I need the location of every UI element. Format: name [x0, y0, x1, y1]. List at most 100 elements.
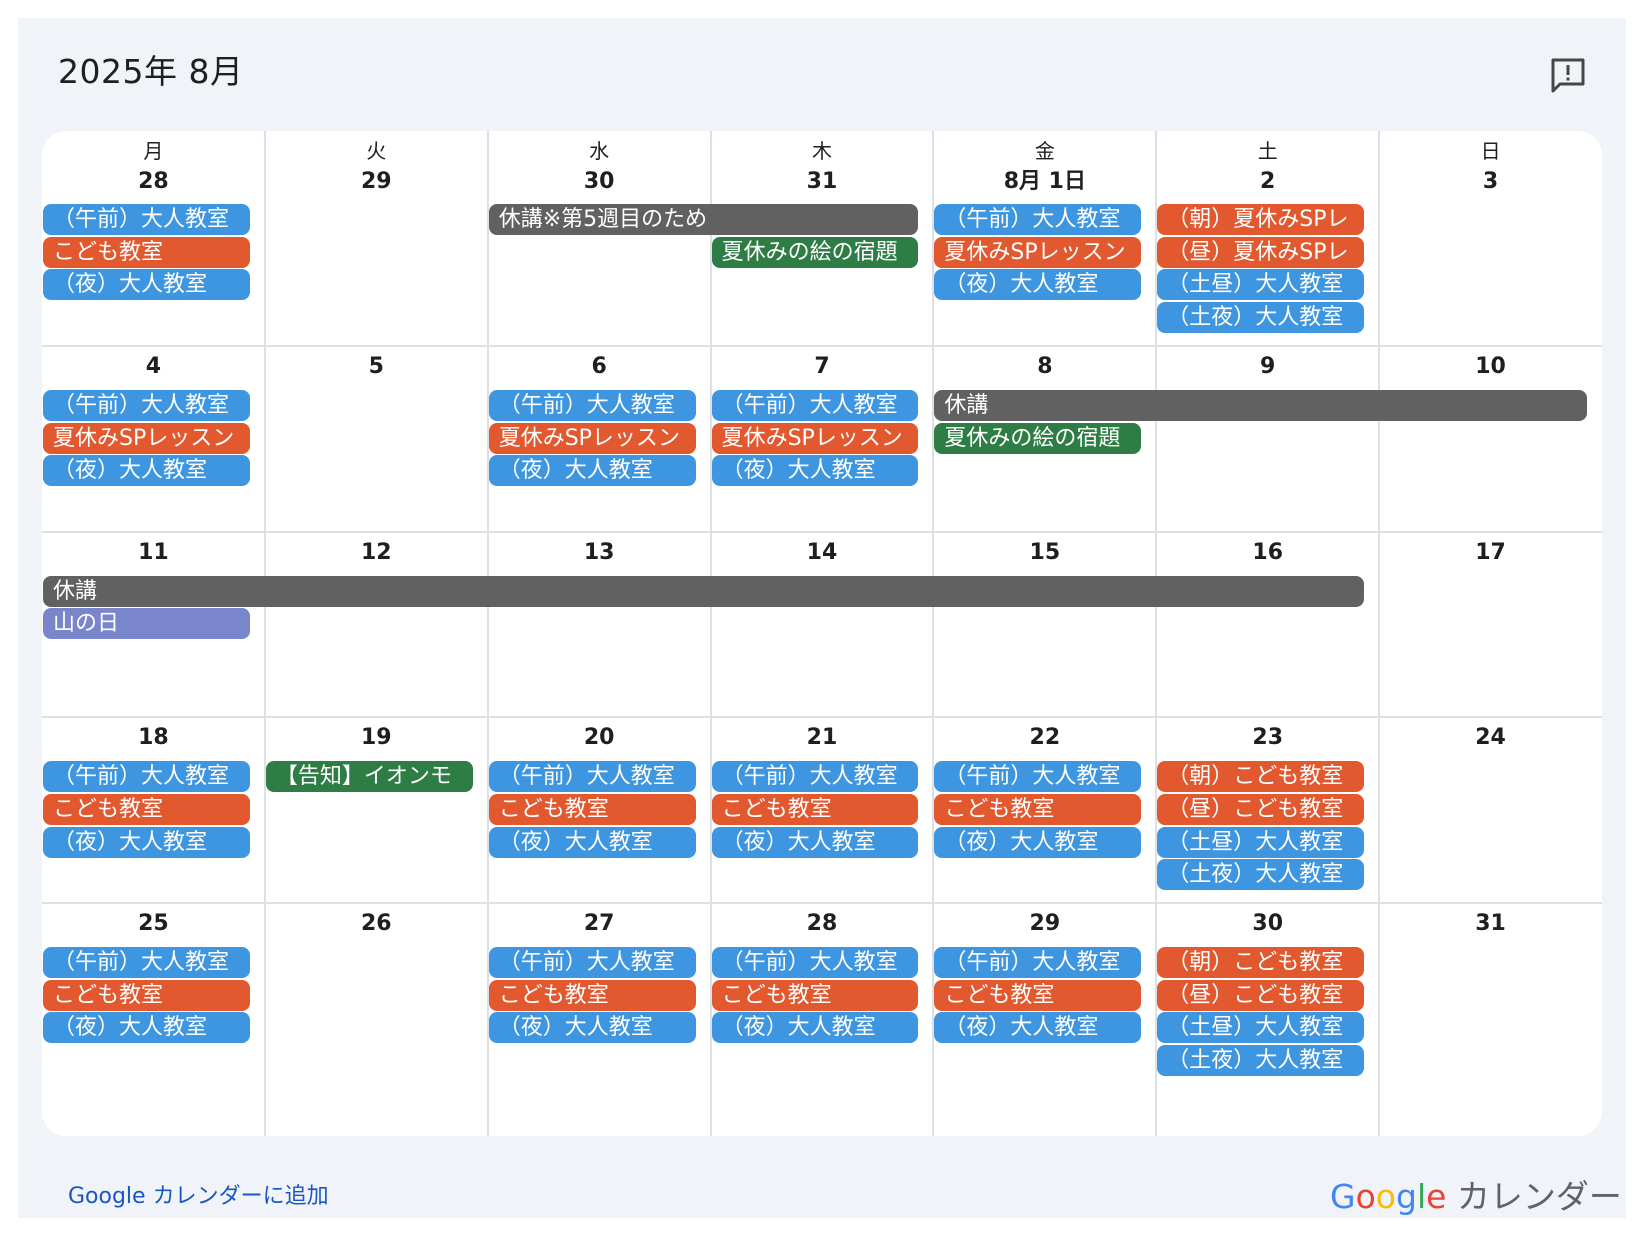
event-chip[interactable]: （午前）大人教室 — [43, 390, 250, 421]
event-chip[interactable]: （夜）大人教室 — [711, 1012, 919, 1044]
day-cell[interactable]: 20 — [488, 725, 711, 751]
day-cell[interactable]: 31 — [1379, 911, 1602, 937]
event-chip[interactable]: （夜）大人教室 — [934, 1012, 1142, 1044]
day-cell[interactable]: 24 — [1379, 725, 1602, 751]
day-cell[interactable]: 金 8月 1日 — [933, 139, 1156, 195]
event-chip[interactable]: （午前）大人教室 — [934, 204, 1142, 235]
event-chip[interactable]: （土夜）大人教室 — [1157, 302, 1365, 334]
event-chip[interactable]: 山の日 — [43, 608, 250, 640]
day-cell[interactable]: 7 — [711, 354, 934, 380]
day-cell[interactable]: 17 — [1379, 540, 1602, 566]
event-chip[interactable]: （午前）大人教室 — [711, 946, 919, 978]
day-cell[interactable]: 11 — [42, 540, 265, 566]
day-cell[interactable]: 21 — [711, 725, 934, 751]
event-chip[interactable]: こども教室 — [43, 236, 250, 268]
event-chip[interactable]: 夏休みSPレッスン — [43, 422, 250, 454]
day-cell[interactable]: 23 — [1156, 725, 1379, 751]
day-cell[interactable]: 29 — [933, 911, 1156, 937]
event-chip[interactable]: （夜）大人教室 — [934, 269, 1142, 301]
day-cell[interactable]: 6 — [488, 354, 711, 380]
day-cell[interactable]: 12 — [265, 540, 488, 566]
event-chip[interactable]: （昼）こども教室 — [1157, 979, 1365, 1011]
day-cell[interactable]: 4 — [42, 354, 265, 380]
day-cell[interactable]: 30 — [1156, 911, 1379, 937]
day-number: 23 — [1252, 725, 1284, 751]
brand-suffix: カレンダー — [1446, 1177, 1622, 1216]
event-chip[interactable]: （夜）大人教室 — [43, 826, 250, 858]
event-chip[interactable]: こども教室 — [934, 793, 1142, 825]
day-cell[interactable]: 15 — [933, 540, 1156, 566]
event-chip[interactable]: （午前）大人教室 — [488, 390, 696, 421]
day-cell[interactable]: 26 — [265, 911, 488, 937]
day-cell[interactable]: 14 — [711, 540, 934, 566]
weekday-label: 水 — [589, 139, 610, 163]
event-chip[interactable]: （夜）大人教室 — [488, 826, 696, 858]
day-cell[interactable]: 火 29 — [265, 139, 488, 195]
event-chip[interactable]: （午前）大人教室 — [711, 761, 919, 793]
event-chip[interactable]: 夏休みSPレッスン — [488, 422, 696, 454]
day-cell[interactable]: 10 — [1379, 354, 1602, 380]
day-cell[interactable]: 日3 — [1379, 139, 1602, 195]
google-calendar-logo: Google カレンダー — [1330, 1170, 1622, 1218]
day-cell[interactable]: 5 — [265, 354, 488, 380]
day-cell[interactable]: 25 — [42, 911, 265, 937]
event-chip[interactable]: 夏休みの絵の宿題 — [934, 422, 1142, 454]
event-chip[interactable]: こども教室 — [934, 979, 1142, 1011]
event-chip[interactable]: （夜）大人教室 — [488, 1012, 696, 1044]
day-cell[interactable]: 8 — [933, 354, 1156, 380]
event-chip[interactable]: こども教室 — [488, 793, 696, 825]
day-cell[interactable]: 9 — [1156, 354, 1379, 380]
event-chip[interactable]: （午前）大人教室 — [488, 761, 696, 793]
day-cell[interactable]: 28 — [711, 911, 934, 937]
event-chip[interactable]: 休講 — [43, 575, 1365, 607]
event-chip[interactable]: 【告知】イオンモ — [265, 761, 473, 793]
event-chip[interactable]: こども教室 — [488, 979, 696, 1011]
event-chip[interactable]: （夜）大人教室 — [934, 826, 1142, 858]
event-chip[interactable]: こども教室 — [43, 793, 250, 825]
day-number: 25 — [138, 910, 169, 936]
event-chip[interactable]: 休講※第5週目のため — [488, 204, 919, 235]
day-cell[interactable]: 19 — [265, 725, 488, 751]
event-chip[interactable]: （午前）大人教室 — [934, 946, 1142, 978]
event-chip[interactable]: （昼）夏休みSPレ — [1157, 236, 1365, 268]
event-chip[interactable]: （午前）大人教室 — [711, 390, 919, 421]
event-chip[interactable]: （土昼）大人教室 — [1157, 826, 1365, 858]
day-cell[interactable]: 水 30 — [488, 139, 711, 195]
event-chip[interactable]: （夜）大人教室 — [711, 455, 919, 487]
day-cell[interactable]: 16 — [1156, 540, 1379, 566]
event-chip[interactable]: （土夜）大人教室 — [1157, 859, 1365, 891]
event-chip[interactable]: （土夜）大人教室 — [1157, 1044, 1365, 1076]
event-chip[interactable]: （昼）こども教室 — [1157, 793, 1365, 825]
event-chip[interactable]: （午前）大人教室 — [934, 761, 1142, 793]
event-chip[interactable]: （土昼）大人教室 — [1157, 1012, 1365, 1044]
event-chip[interactable]: こども教室 — [711, 793, 919, 825]
event-chip[interactable]: （朝）こども教室 — [1157, 761, 1365, 793]
event-chip[interactable]: （朝）こども教室 — [1157, 946, 1365, 978]
event-chip[interactable]: （夜）大人教室 — [43, 455, 250, 487]
event-chip[interactable]: 夏休みSPレッスン — [711, 422, 919, 454]
event-chip[interactable]: （夜）大人教室 — [711, 826, 919, 858]
event-chip[interactable]: （午前）大人教室 — [43, 946, 250, 978]
day-cell[interactable]: 土2 — [1156, 139, 1379, 195]
day-cell[interactable]: 木 31 — [711, 139, 934, 195]
event-chip[interactable]: （午前）大人教室 — [488, 946, 696, 978]
event-chip[interactable]: こども教室 — [43, 979, 250, 1011]
day-cell[interactable]: 月 28 — [42, 139, 265, 195]
day-cell[interactable]: 18 — [42, 725, 265, 751]
event-chip[interactable]: （朝）夏休みSPレ — [1157, 204, 1365, 235]
event-chip[interactable]: （土昼）大人教室 — [1157, 269, 1365, 301]
add-to-google-calendar-link[interactable]: Google カレンダーに追加 — [68, 1178, 329, 1210]
day-cell[interactable]: 27 — [488, 911, 711, 937]
event-chip[interactable]: （午前）大人教室 — [43, 204, 250, 235]
event-chip[interactable]: （夜）大人教室 — [43, 1012, 250, 1044]
event-chip[interactable]: （夜）大人教室 — [488, 455, 696, 487]
day-cell[interactable]: 13 — [488, 540, 711, 566]
event-chip[interactable]: 夏休みの絵の宿題 — [711, 236, 919, 268]
event-chip[interactable]: 夏休みSPレッスン — [934, 236, 1142, 268]
feedback-icon[interactable] — [1548, 55, 1588, 95]
event-chip[interactable]: （夜）大人教室 — [43, 269, 250, 301]
event-chip[interactable]: （午前）大人教室 — [43, 761, 250, 793]
event-chip[interactable]: こども教室 — [711, 979, 919, 1011]
event-chip[interactable]: 休講 — [934, 390, 1587, 421]
day-cell[interactable]: 22 — [933, 725, 1156, 751]
